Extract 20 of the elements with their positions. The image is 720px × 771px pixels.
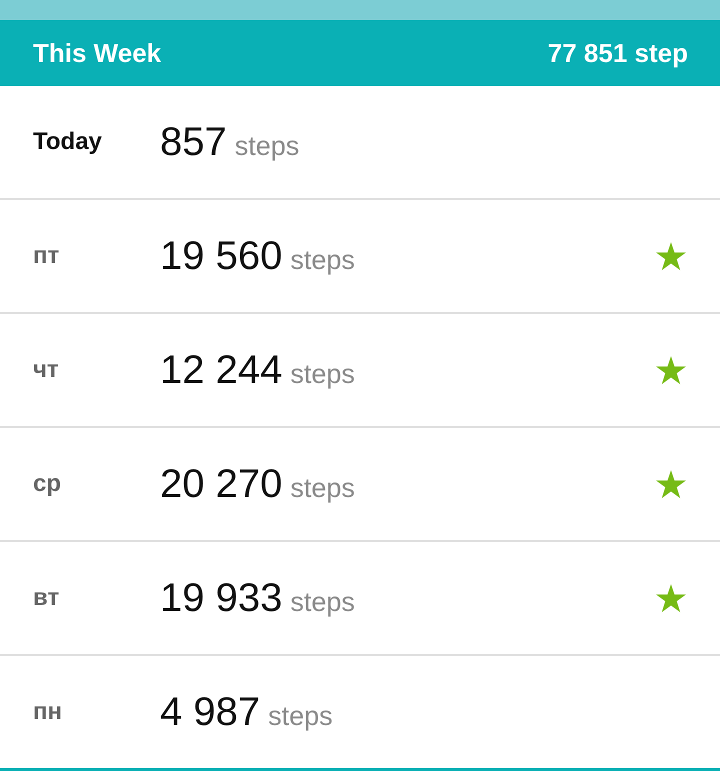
day-label: вт — [33, 584, 60, 612]
step-unit: steps — [234, 130, 300, 162]
step-count: 20 270 — [160, 462, 282, 506]
step-unit: steps — [290, 358, 355, 390]
day-label: ср — [33, 470, 62, 498]
week-total: 77 851 step — [548, 38, 688, 68]
step-unit: steps — [290, 586, 355, 618]
day-label: пт — [33, 242, 60, 270]
step-unit: steps — [268, 700, 333, 732]
step-count: 19 933 — [160, 576, 282, 620]
step-unit: steps — [290, 472, 355, 504]
day-label: Today — [33, 128, 103, 156]
step-count: 857 — [160, 120, 227, 164]
step-unit: steps — [290, 244, 355, 276]
week-title: This Week — [33, 38, 162, 68]
day-label: пн — [33, 698, 63, 726]
step-count: 12 244 — [160, 348, 282, 392]
step-count: 19 560 — [160, 234, 282, 278]
day-label: чт — [33, 356, 60, 384]
step-count: 4 987 — [160, 690, 260, 734]
